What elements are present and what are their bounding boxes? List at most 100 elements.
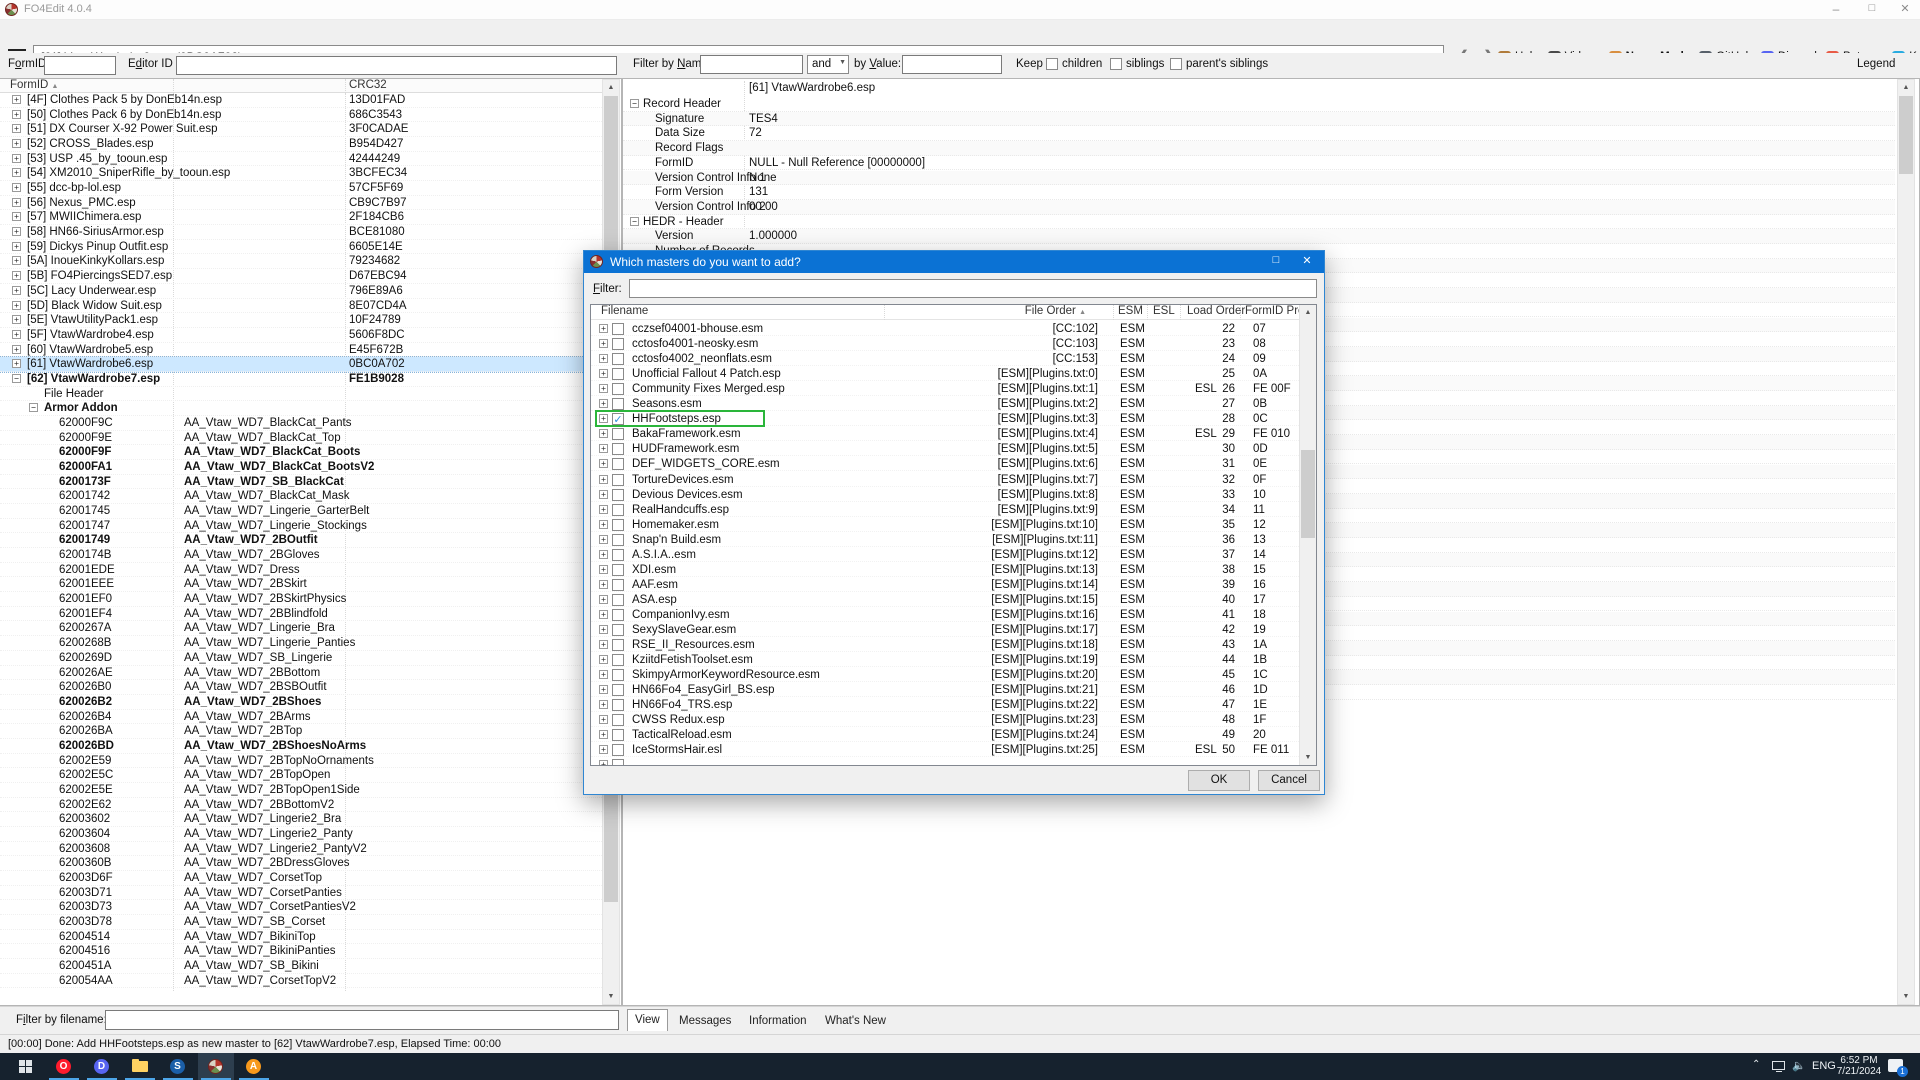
scroll-up-icon[interactable]: ▲ bbox=[1898, 80, 1914, 95]
tray-language[interactable]: ENG bbox=[1812, 1060, 1836, 1072]
minimize-button[interactable]: – bbox=[1822, 2, 1850, 16]
expand-icon[interactable]: + bbox=[12, 359, 21, 368]
master-checkbox[interactable] bbox=[612, 383, 624, 395]
master-checkbox[interactable] bbox=[612, 564, 624, 576]
tree-row[interactable]: 6200451AAA_Vtaw_WD7_SB_Bikini bbox=[0, 959, 602, 974]
masters-scroll-thumb[interactable] bbox=[1301, 450, 1315, 538]
expand-icon[interactable]: + bbox=[12, 301, 21, 310]
scroll-down-icon[interactable]: ▼ bbox=[1300, 750, 1316, 765]
tree-col-crc32[interactable]: CRC32 bbox=[349, 79, 387, 91]
tree-row[interactable]: 62004516AA_Vtaw_WD7_BikiniPanties bbox=[0, 944, 602, 959]
master-row[interactable]: +HN66Fo4_EasyGirl_BS.esp[ESM][Plugins.tx… bbox=[591, 682, 1299, 697]
col-file-order[interactable]: File Order ▲ bbox=[591, 305, 1086, 317]
dialog-maximize-button[interactable]: □ bbox=[1263, 254, 1289, 266]
tree-row[interactable]: +[4F] Clothes Pack 5 by DonEb14n.esp13D0… bbox=[0, 93, 602, 108]
master-checkbox[interactable] bbox=[612, 519, 624, 531]
tree-row[interactable]: 62003602AA_Vtaw_WD7_Lingerie2_Bra bbox=[0, 812, 602, 827]
master-row[interactable]: +RealHandcuffs.esp[ESM][Plugins.txt:9]ES… bbox=[591, 502, 1299, 517]
master-checkbox[interactable] bbox=[612, 353, 624, 365]
expand-icon[interactable]: + bbox=[12, 139, 21, 148]
by-value-input[interactable] bbox=[902, 55, 1002, 74]
tab-view[interactable]: View bbox=[627, 1009, 668, 1031]
record-row[interactable]: FormIDNULL - Null Reference [00000000] bbox=[623, 156, 1895, 171]
record-row[interactable]: −HEDR - Header bbox=[623, 215, 1895, 230]
tray-network-icon[interactable] bbox=[1772, 1061, 1785, 1070]
expand-icon[interactable]: + bbox=[12, 315, 21, 324]
tree-row[interactable]: 620026BAAA_Vtaw_WD7_2BTop bbox=[0, 724, 602, 739]
master-row[interactable]: +IceStormsHair.esl[ESM][Plugins.txt:25]E… bbox=[591, 742, 1299, 757]
tree-row[interactable]: 620026B2AA_Vtaw_WD7_2BShoes bbox=[0, 695, 602, 710]
tree-row[interactable]: 62001749AA_Vtaw_WD7_2BOutfit bbox=[0, 533, 602, 548]
ok-button[interactable]: OK bbox=[1188, 770, 1250, 791]
tree-row[interactable]: 62001EEEAA_Vtaw_WD7_2BSkirt bbox=[0, 577, 602, 592]
master-row[interactable]: +HN66Fo4_TRS.esp[ESM][Plugins.txt:22]ESM… bbox=[591, 697, 1299, 712]
master-row[interactable]: +SexySlaveGear.esm[ESM][Plugins.txt:17]E… bbox=[591, 622, 1299, 637]
expand-icon[interactable]: + bbox=[12, 242, 21, 251]
tree-row[interactable]: +[51] DX Courser X-92 Power Suit.esp3F0C… bbox=[0, 122, 602, 137]
tree-row[interactable]: +[54] XM2010_SniperRifle_by_tooun.esp3BC… bbox=[0, 166, 602, 181]
master-checkbox[interactable] bbox=[612, 398, 624, 410]
tree-row[interactable]: 62001745AA_Vtaw_WD7_Lingerie_GarterBelt bbox=[0, 504, 602, 519]
expand-icon[interactable]: + bbox=[599, 399, 608, 408]
master-checkbox[interactable] bbox=[612, 759, 624, 765]
editorid-input[interactable] bbox=[176, 56, 617, 75]
tab-information[interactable]: Information bbox=[742, 1011, 814, 1031]
expand-icon[interactable]: + bbox=[12, 198, 21, 207]
collapse-icon[interactable]: − bbox=[12, 374, 21, 383]
tree-row[interactable]: 62001EF4AA_Vtaw_WD7_2BBlindfold bbox=[0, 607, 602, 622]
tree-row[interactable]: 62002E5EAA_Vtaw_WD7_2BTopOpen1Side bbox=[0, 783, 602, 798]
master-row[interactable]: +Seasons.esm[ESM][Plugins.txt:2]ESM270B bbox=[591, 396, 1299, 411]
expand-icon[interactable]: + bbox=[599, 595, 608, 604]
master-row[interactable]: +✓HHFootsteps.esp[ESM][Plugins.txt:3]ESM… bbox=[591, 411, 1299, 426]
keep-parents-siblings-checkbox[interactable] bbox=[1170, 58, 1182, 70]
expand-icon[interactable]: + bbox=[599, 475, 608, 484]
expand-icon[interactable]: + bbox=[599, 369, 608, 378]
master-checkbox[interactable] bbox=[612, 338, 624, 350]
record-row[interactable]: Form Version131 bbox=[623, 185, 1895, 200]
tree-row[interactable]: +[52] CROSS_Blades.espB954D427 bbox=[0, 137, 602, 152]
col-esm[interactable]: ESM bbox=[1118, 305, 1143, 317]
expand-icon[interactable]: + bbox=[599, 730, 608, 739]
master-row[interactable]: +ASA.esp[ESM][Plugins.txt:15]ESM4017 bbox=[591, 592, 1299, 607]
tree-row[interactable]: 62004514AA_Vtaw_WD7_BikiniTop bbox=[0, 930, 602, 945]
col-load-order[interactable]: Load Order bbox=[1187, 305, 1245, 317]
master-checkbox[interactable] bbox=[612, 323, 624, 335]
expand-icon[interactable]: + bbox=[599, 640, 608, 649]
expand-icon[interactable]: + bbox=[12, 345, 21, 354]
tree-row[interactable]: +[5F] VtawWardrobe4.esp5606F8DC bbox=[0, 328, 602, 343]
expand-icon[interactable]: + bbox=[599, 580, 608, 589]
tree-row[interactable]: +[5C] Lacy Underwear.esp796E89A6 bbox=[0, 284, 602, 299]
expand-icon[interactable]: + bbox=[12, 95, 21, 104]
tree-row[interactable]: +[59] Dickys Pinup Outfit.esp6605E14E bbox=[0, 240, 602, 255]
master-checkbox[interactable] bbox=[612, 534, 624, 546]
expand-icon[interactable]: + bbox=[12, 271, 21, 280]
tree-row[interactable]: +[56] Nexus_PMC.espCB9C7B97 bbox=[0, 196, 602, 211]
scroll-up-icon[interactable]: ▲ bbox=[603, 80, 619, 95]
filter-operator-select[interactable]: and ▼ bbox=[807, 55, 849, 74]
master-checkbox[interactable] bbox=[612, 504, 624, 516]
master-row[interactable]: +SkimpyArmorKeywordResource.esm[ESM][Plu… bbox=[591, 667, 1299, 682]
tree-row[interactable]: −Armor Addon bbox=[0, 401, 602, 416]
tree-row[interactable]: +[5A] InoueKinkyKollars.esp79234682 bbox=[0, 254, 602, 269]
tree-row[interactable]: 62003D71AA_Vtaw_WD7_CorsetPanties bbox=[0, 886, 602, 901]
expand-icon[interactable]: + bbox=[599, 700, 608, 709]
tree-row[interactable]: 62002E59AA_Vtaw_WD7_2BTopNoOrnaments bbox=[0, 754, 602, 769]
master-checkbox[interactable] bbox=[612, 474, 624, 486]
record-row[interactable]: Data Size72 bbox=[623, 126, 1895, 141]
tree-row[interactable]: 620026B0AA_Vtaw_WD7_2BSBOutfit bbox=[0, 680, 602, 695]
expand-icon[interactable]: + bbox=[599, 505, 608, 514]
collapse-icon[interactable]: − bbox=[630, 217, 639, 226]
cancel-button[interactable]: Cancel bbox=[1258, 770, 1320, 791]
record-scroll-thumb[interactable] bbox=[1899, 96, 1913, 174]
tree-row[interactable]: 62001EDEAA_Vtaw_WD7_Dress bbox=[0, 563, 602, 578]
formid-input[interactable] bbox=[44, 56, 116, 75]
expand-icon[interactable]: + bbox=[599, 745, 608, 754]
master-row[interactable]: +Unofficial Fallout 4 Patch.esp[ESM][Plu… bbox=[591, 366, 1299, 381]
master-checkbox[interactable] bbox=[612, 428, 624, 440]
master-checkbox[interactable] bbox=[612, 609, 624, 621]
expand-icon[interactable]: + bbox=[599, 535, 608, 544]
master-row[interactable]: +TacticalReload.esm[ESM][Plugins.txt:24]… bbox=[591, 727, 1299, 742]
tree-row[interactable]: 6200267AAA_Vtaw_WD7_Lingerie_Bra bbox=[0, 621, 602, 636]
expand-icon[interactable]: + bbox=[12, 212, 21, 221]
master-row[interactable]: +A.S.I.A..esm[ESM][Plugins.txt:12]ESM371… bbox=[591, 547, 1299, 562]
